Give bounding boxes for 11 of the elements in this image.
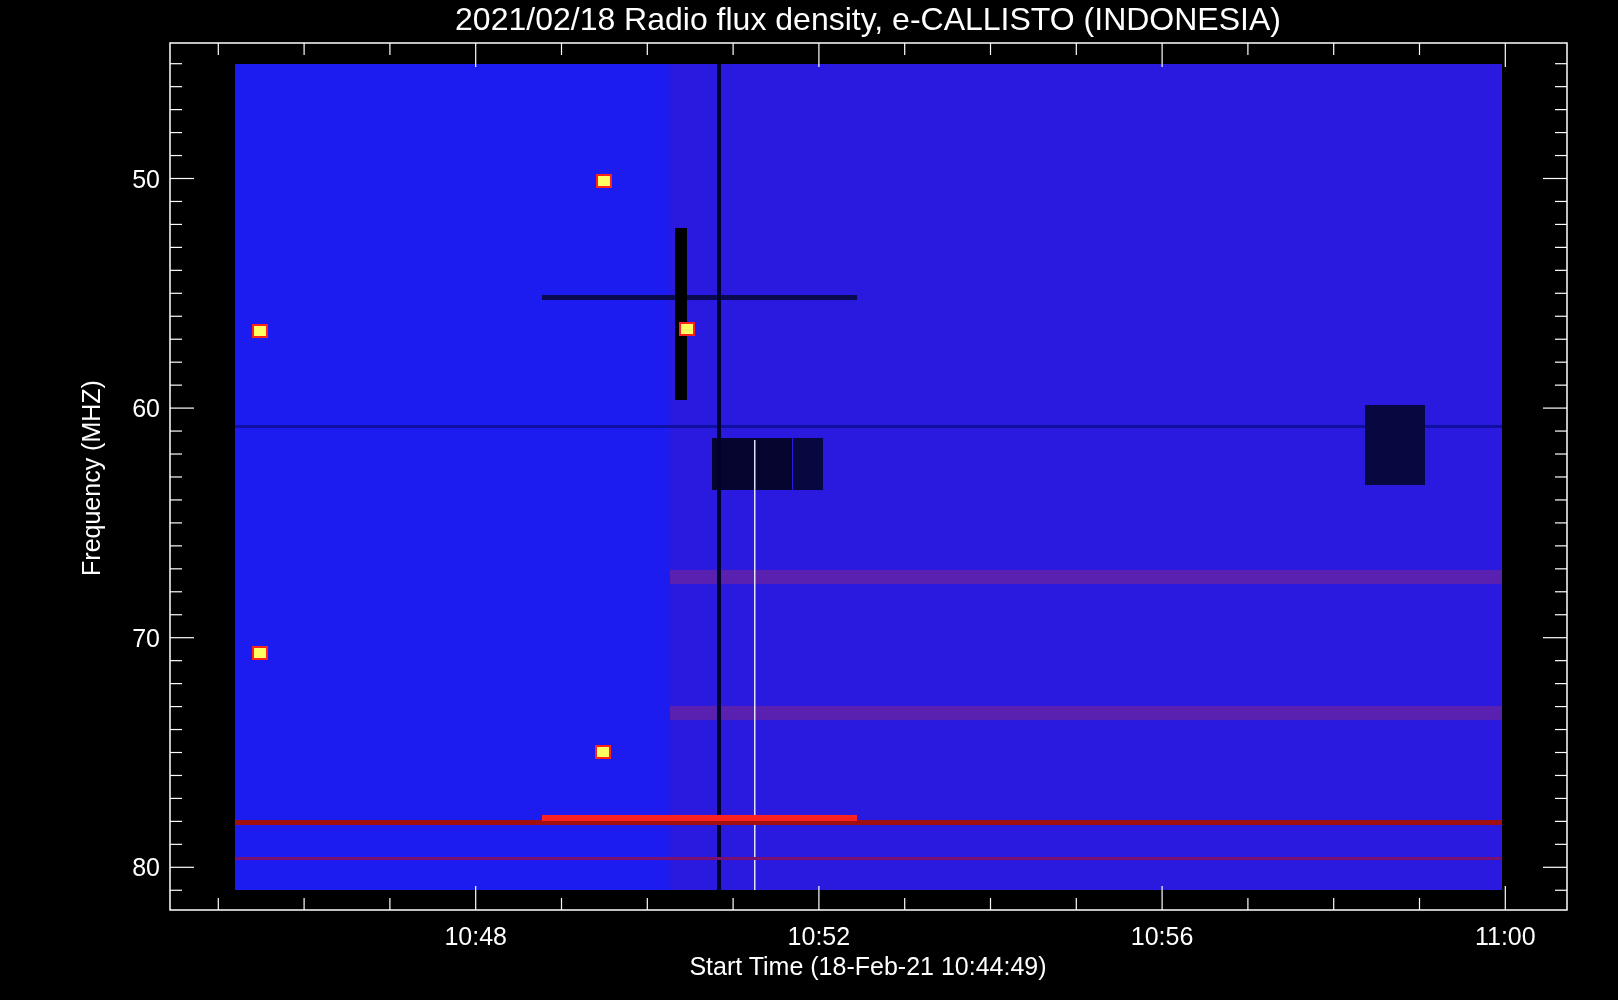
y-tick-label: 50 [132,164,160,193]
x-tick-label: 10:56 [1130,922,1194,950]
y-tick-label: 80 [132,853,160,882]
y-tick-label: 60 [132,394,160,423]
y-axis-label: Frequency (MHZ) [77,380,105,576]
x-tick-label: 10:48 [444,922,507,950]
x-tick-label: 10:52 [787,922,851,950]
chart-title: 2021/02/18 Radio flux density, e-CALLISTO (INDONESIA) [455,1,1281,37]
x-axis-label: Start Time (18-Feb-21 10:44:49) [689,952,1047,980]
y-tick-label: 70 [132,623,160,652]
x-tick-label: 11:00 [1474,922,1536,950]
